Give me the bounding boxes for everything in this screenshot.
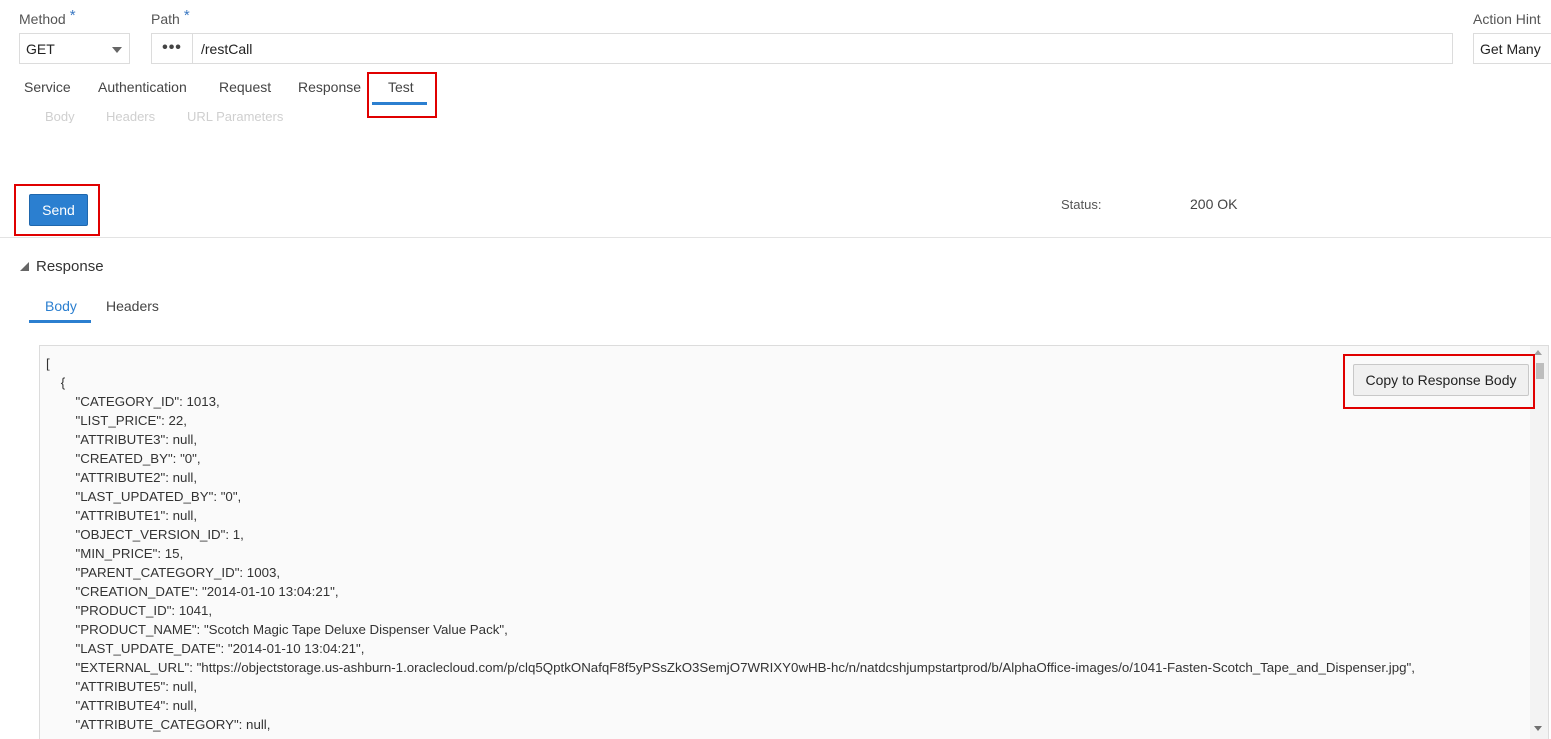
status-label: Status: <box>1061 197 1102 212</box>
action-hint-select[interactable]: Get Many <box>1473 33 1551 64</box>
tab-test[interactable]: Test <box>388 79 414 95</box>
vertical-scrollbar[interactable] <box>1530 346 1548 739</box>
response-body-line: "ATTRIBUTE4": null, <box>46 698 198 713</box>
scroll-up-icon[interactable] <box>1534 350 1542 355</box>
copy-to-response-body-button[interactable]: Copy to Response Body <box>1353 364 1529 396</box>
active-tab-indicator <box>372 102 427 105</box>
method-label: Method * <box>19 7 76 27</box>
request-subtab-body[interactable]: Body <box>45 109 75 123</box>
response-body-line: "PRODUCT_ID": 1041, <box>46 603 213 618</box>
tab-request[interactable]: Request <box>219 79 271 95</box>
response-body-line: "ATTRIBUTE3": null, <box>46 432 198 447</box>
ellipsis-icon[interactable]: ••• <box>152 34 193 63</box>
response-body-line: "PRODUCT_STATUS": "AVAILABLE" <box>46 734 1415 739</box>
response-body-panel[interactable]: [ { "CATEGORY_ID": 1013, "LIST_PRICE": 2… <box>39 345 1549 739</box>
response-body-line: "ATTRIBUTE1": null, <box>46 508 198 523</box>
response-body-line: "LIST_PRICE": 22, <box>46 413 187 428</box>
response-body-line: "CREATION_DATE": "2014-01-10 13:04:21", <box>46 584 339 599</box>
response-body-line: "LAST_UPDATED_BY": "0", <box>46 489 242 504</box>
response-body-line: "EXTERNAL_URL": "https://objectstorage.u… <box>46 660 1415 675</box>
required-marker: * <box>183 7 190 24</box>
path-value[interactable]: /restCall <box>201 41 252 57</box>
required-marker: * <box>69 7 76 24</box>
response-body-text: [ { "CATEGORY_ID": 1013, "LIST_PRICE": 2… <box>46 354 1415 739</box>
path-field[interactable]: ••• /restCall <box>151 33 1453 64</box>
response-body-line: "LAST_UPDATE_DATE": "2014-01-10 13:04:21… <box>46 641 365 656</box>
response-subtab-body[interactable]: Body <box>45 298 77 314</box>
response-body-line: "MIN_PRICE": 15, <box>46 546 184 561</box>
response-body-line: "CATEGORY_ID": 1013, <box>46 394 220 409</box>
collapse-triangle-icon[interactable] <box>20 262 29 271</box>
method-value: GET <box>26 41 55 57</box>
scroll-thumb[interactable] <box>1536 363 1544 379</box>
request-subtab-headers[interactable]: Headers <box>106 109 155 123</box>
response-body-line: "CREATED_BY": "0", <box>46 451 201 466</box>
request-subtab-url-parameters[interactable]: URL Parameters <box>187 109 283 123</box>
method-select[interactable]: GET <box>19 33 130 64</box>
send-button[interactable]: Send <box>29 194 88 226</box>
response-body-line: { <box>46 375 66 390</box>
action-hint-label: Action Hint <box>1473 11 1541 27</box>
tab-response[interactable]: Response <box>298 79 361 95</box>
chevron-down-icon <box>112 47 122 53</box>
response-section-title[interactable]: Response <box>36 258 104 275</box>
response-body-line: "PARENT_CATEGORY_ID": 1003, <box>46 565 281 580</box>
scroll-down-icon[interactable] <box>1534 726 1542 731</box>
response-subtab-headers[interactable]: Headers <box>106 298 159 314</box>
response-body-line: "PRODUCT_NAME": "Scotch Magic Tape Delux… <box>46 622 508 637</box>
tab-service[interactable]: Service <box>24 79 71 95</box>
action-hint-value: Get Many <box>1480 41 1541 57</box>
response-body-line: "ATTRIBUTE_CATEGORY": null, <box>46 717 271 732</box>
response-body-line: "ATTRIBUTE5": null, <box>46 679 198 694</box>
response-body-line: "ATTRIBUTE2": null, <box>46 470 198 485</box>
response-body-line: "OBJECT_VERSION_ID": 1, <box>46 527 244 542</box>
path-label: Path * <box>151 7 190 27</box>
active-subtab-indicator <box>29 320 91 323</box>
status-value: 200 OK <box>1190 196 1238 212</box>
section-divider <box>0 237 1551 238</box>
response-body-line: [ <box>46 356 50 371</box>
tab-authentication[interactable]: Authentication <box>98 79 187 95</box>
